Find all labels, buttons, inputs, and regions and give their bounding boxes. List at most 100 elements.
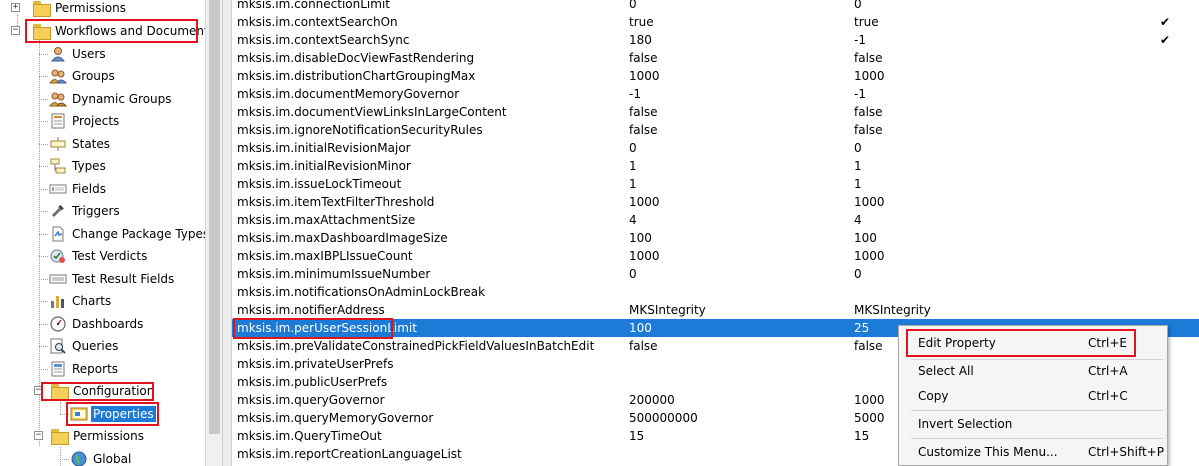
tree-item-permissions[interactable]: + Permissions <box>11 0 128 19</box>
tree-item-change-package-types[interactable]: Change Package Types <box>49 223 205 245</box>
context-menu: Edit Property Ctrl+E Select All Ctrl+A C… <box>898 325 1168 466</box>
table-row[interactable]: mksis.im.connectionLimit 0 0 <box>232 0 1199 13</box>
table-row[interactable]: mksis.im.minimumIssueNumber 0 0 <box>232 265 1199 283</box>
tree-item-test-verdicts[interactable]: Test Verdicts <box>49 245 149 267</box>
tree-item-charts[interactable]: Charts <box>49 290 113 312</box>
property-name: mksis.im.QueryTimeOut <box>237 429 382 443</box>
tree-item-global[interactable]: Global <box>70 448 133 466</box>
collapse-icon[interactable]: − <box>34 386 43 395</box>
expand-icon[interactable]: + <box>11 3 20 12</box>
fields-icon <box>49 181 67 197</box>
menu-item-edit-property[interactable]: Edit Property Ctrl+E <box>899 330 1167 356</box>
property-default: 1000 <box>854 249 885 263</box>
table-row[interactable]: mksis.im.initialRevisionMinor 1 1 <box>232 157 1199 175</box>
table-row[interactable]: mksis.im.distributionChartGroupingMax 10… <box>232 67 1199 85</box>
table-row[interactable]: mksis.im.disableDocViewFastRendering fal… <box>232 49 1199 67</box>
menu-item-shortcut: Ctrl+A <box>1088 364 1128 378</box>
table-row[interactable]: mksis.im.initialRevisionMajor 0 0 <box>232 139 1199 157</box>
property-value: 180 <box>629 33 652 47</box>
tree-item-permissions-child[interactable]: − Permissions <box>34 425 146 447</box>
tree-item-workflows-and-documents[interactable]: − Workflows and Documents <box>11 20 205 42</box>
table-row[interactable]: mksis.im.itemTextFilterThreshold 1000 10… <box>232 193 1199 211</box>
property-value: 500000000 <box>629 411 698 425</box>
property-name: mksis.im.documentViewLinksInLargeContent <box>237 105 507 119</box>
panel-splitter[interactable] <box>222 0 232 466</box>
table-row[interactable]: mksis.im.notificationsOnAdminLockBreak <box>232 283 1199 301</box>
tree-item-queries[interactable]: Queries <box>49 335 120 357</box>
tree-item-label: Types <box>72 159 106 173</box>
property-value: 100 <box>629 231 652 245</box>
property-default: 4 <box>854 213 862 227</box>
property-name: mksis.im.reportCreationLanguageList <box>237 447 462 461</box>
charts-icon <box>49 293 67 309</box>
dynamic-group-icon <box>49 91 68 107</box>
collapse-icon[interactable]: − <box>11 26 20 35</box>
collapse-icon[interactable]: − <box>34 431 43 440</box>
tree-item-label: Configuration <box>73 384 155 398</box>
property-default: false <box>854 51 883 65</box>
property-value: 0 <box>629 141 637 155</box>
tree-item-label: Global <box>93 452 132 466</box>
menu-item-shortcut: Ctrl+C <box>1088 389 1128 403</box>
tree-item-triggers[interactable]: Triggers <box>49 200 122 222</box>
tree-guide <box>39 99 48 100</box>
table-row[interactable]: mksis.im.documentViewLinksInLargeContent… <box>232 103 1199 121</box>
property-default: true <box>854 15 879 29</box>
menu-item-copy[interactable]: Copy Ctrl+C <box>899 383 1167 409</box>
tree-guide <box>39 76 48 77</box>
menu-item-label: Invert Selection <box>918 417 1013 431</box>
tree-item-users[interactable]: Users <box>49 43 108 65</box>
property-value: false <box>629 339 658 353</box>
tree-scrollbar[interactable] <box>205 0 222 466</box>
property-name: mksis.im.queryMemoryGovernor <box>237 411 434 425</box>
table-row[interactable]: mksis.im.documentMemoryGovernor -1 -1 <box>232 85 1199 103</box>
tree-guide <box>39 324 48 325</box>
property-value: 15 <box>629 429 645 443</box>
tree-item-projects[interactable]: Projects <box>49 110 121 132</box>
table-row[interactable]: mksis.im.notifierAddress MKSIntegrity MK… <box>232 301 1199 319</box>
scrollbar-thumb[interactable] <box>209 0 220 434</box>
tree-item-configuration[interactable]: − Configuration <box>34 380 156 402</box>
property-default: 0 <box>854 0 862 11</box>
queries-icon <box>49 338 67 354</box>
tree-item-properties[interactable]: Properties <box>70 403 156 425</box>
property-name: mksis.im.connectionLimit <box>237 0 390 11</box>
tree-item-types[interactable]: Types <box>49 155 108 177</box>
tree-item-label: Queries <box>72 339 119 353</box>
tree-item-label: Workflows and Documents <box>55 24 205 38</box>
table-row[interactable]: mksis.im.maxDashboardImageSize 100 100 <box>232 229 1199 247</box>
property-value: false <box>629 105 658 119</box>
globe-icon <box>70 451 88 466</box>
tree-item-label: Fields <box>72 182 106 196</box>
table-row[interactable]: mksis.im.maxIBPLIssueCount 1000 1000 <box>232 247 1199 265</box>
table-row[interactable]: mksis.im.ignoreNotificationSecurityRules… <box>232 121 1199 139</box>
menu-item-select-all[interactable]: Select All Ctrl+A <box>899 358 1167 384</box>
table-row[interactable]: mksis.im.maxAttachmentSize 4 4 <box>232 211 1199 229</box>
menu-item-label: Copy <box>918 389 949 403</box>
property-name: mksis.im.minimumIssueNumber <box>237 267 431 281</box>
table-row[interactable]: mksis.im.issueLockTimeout 1 1 <box>232 175 1199 193</box>
table-row[interactable]: mksis.im.contextSearchOn true true ✔ <box>232 13 1199 31</box>
test-verdicts-icon <box>49 248 67 264</box>
property-default: MKSIntegrity <box>854 303 931 317</box>
tree-item-fields[interactable]: Fields <box>49 178 108 200</box>
projects-icon <box>49 113 67 129</box>
table-row[interactable]: mksis.im.contextSearchSync 180 -1 ✔ <box>232 31 1199 49</box>
property-value: MKSIntegrity <box>629 303 706 317</box>
tree-item-states[interactable]: States <box>49 133 112 155</box>
menu-item-invert-selection[interactable]: Invert Selection <box>899 411 1167 437</box>
tree-item-dashboards[interactable]: Dashboards <box>49 313 145 335</box>
menu-item-label: Edit Property <box>918 336 996 350</box>
property-default: -1 <box>854 87 866 101</box>
menu-item-customize-menu[interactable]: Customize This Menu... Ctrl+Shift+P <box>899 439 1167 465</box>
tree-item-reports[interactable]: Reports <box>49 358 120 380</box>
folder-icon <box>50 428 69 445</box>
property-name: mksis.im.queryGovernor <box>237 393 385 407</box>
tree-item-test-result-fields[interactable]: Test Result Fields <box>49 268 176 290</box>
property-name: mksis.im.maxIBPLIssueCount <box>237 249 413 263</box>
tree-item-dynamic-groups[interactable]: Dynamic Groups <box>49 88 174 110</box>
property-name: mksis.im.initialRevisionMinor <box>237 159 411 173</box>
navigation-tree: + Permissions − Workflows and Documents … <box>0 0 205 466</box>
tree-item-groups[interactable]: Groups <box>49 65 117 87</box>
property-value: 200000 <box>629 393 675 407</box>
